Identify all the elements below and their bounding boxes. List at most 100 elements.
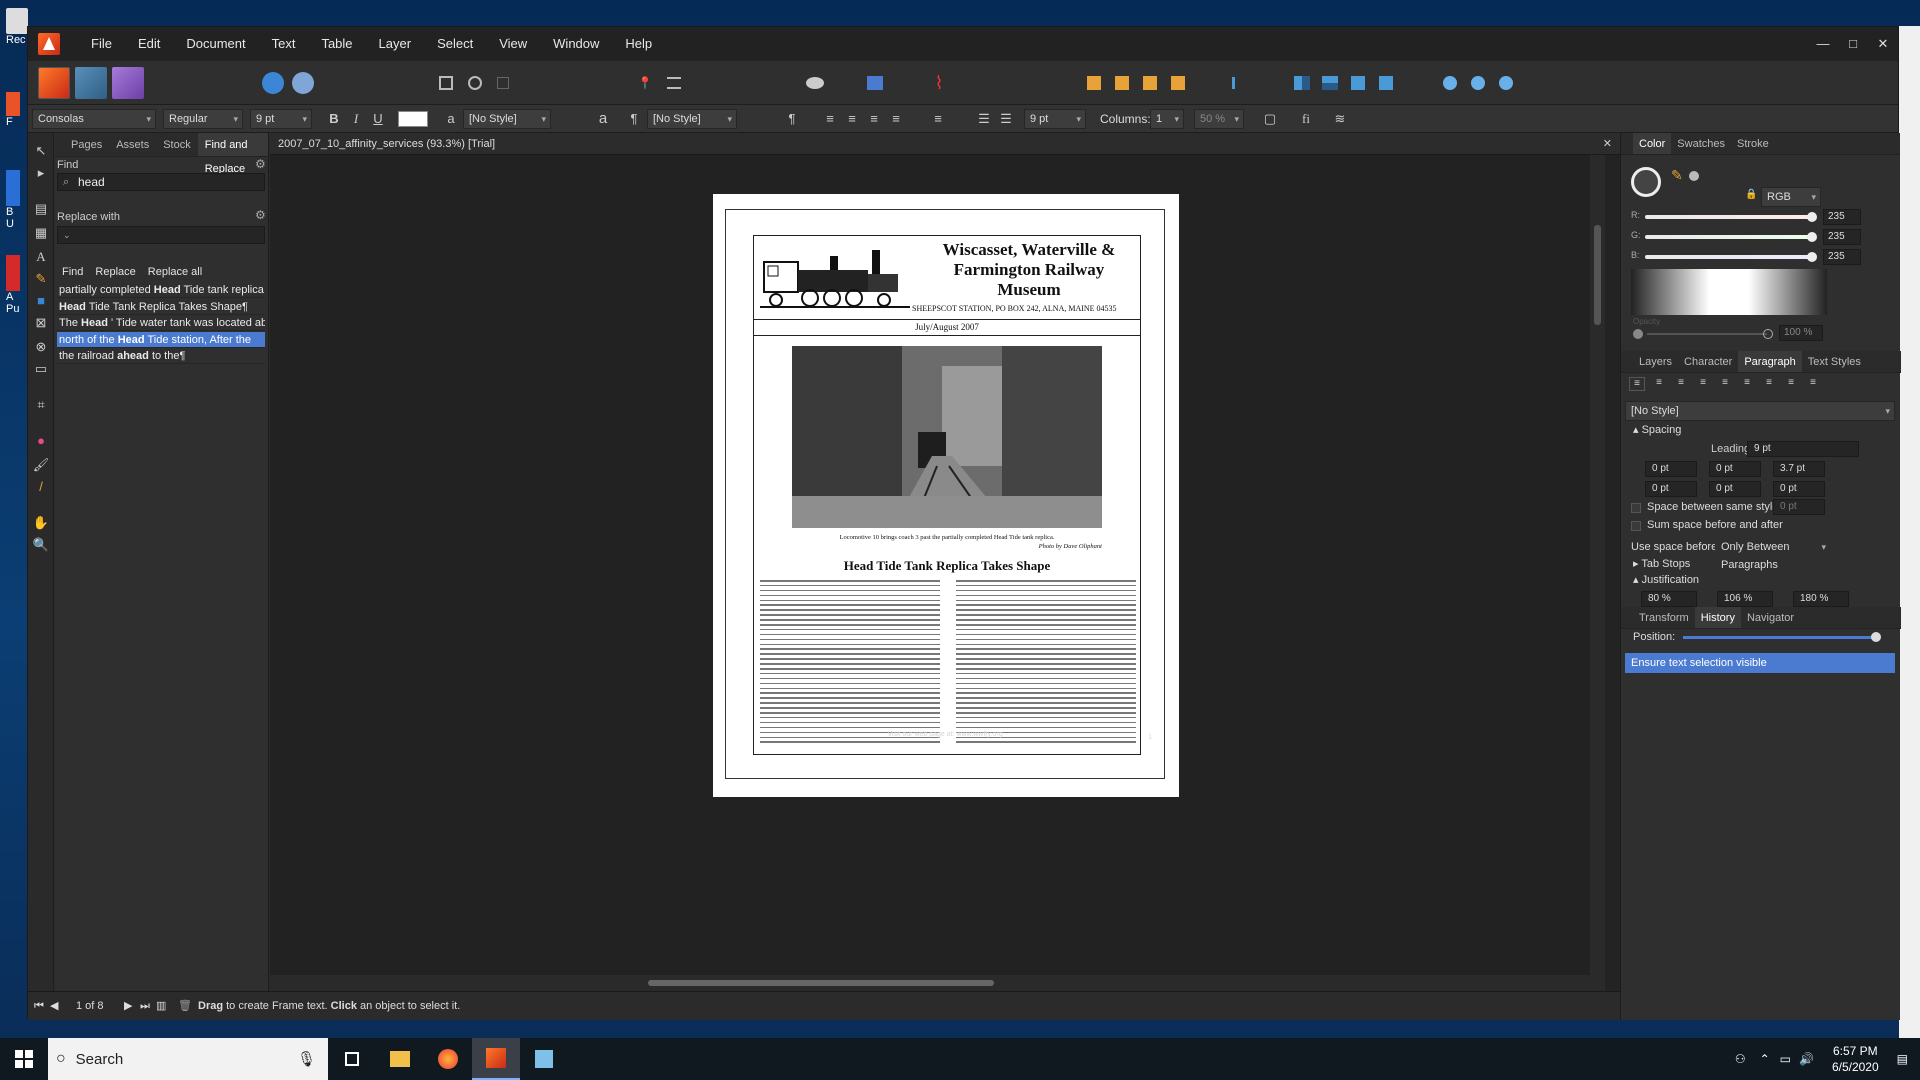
para-justify-all-icon[interactable]: ≡ bbox=[1761, 377, 1777, 391]
glyph-scaling-field[interactable]: 180 % bbox=[1793, 591, 1849, 607]
bleed-mode-icon[interactable] bbox=[461, 69, 489, 97]
numbering-icon[interactable]: ☰ bbox=[996, 109, 1016, 129]
search-result-item-selected[interactable]: north of the Head Tide station, After th… bbox=[57, 332, 265, 348]
menu-view[interactable]: View bbox=[486, 27, 540, 61]
para-align-left-icon[interactable]: ≡ bbox=[1629, 377, 1645, 391]
article-column-left[interactable] bbox=[760, 580, 940, 750]
pilcrow-icon[interactable]: ¶ bbox=[624, 109, 644, 129]
tab-assets[interactable]: Assets bbox=[109, 133, 156, 156]
transparency-tool-icon[interactable]: / bbox=[31, 477, 51, 497]
boolean-intersect-icon[interactable] bbox=[1492, 69, 1520, 97]
menu-file[interactable]: File bbox=[78, 27, 125, 61]
people-icon[interactable]: ⚇ bbox=[1735, 1052, 1746, 1066]
search-result-item[interactable]: Head Tide Tank Replica Takes Shape¶ bbox=[57, 299, 265, 315]
opacity-slider-knob[interactable] bbox=[1763, 329, 1773, 339]
character-style-dropdown[interactable]: [No Style] bbox=[463, 109, 551, 129]
find-input[interactable]: ⌕ head bbox=[57, 173, 265, 191]
ellipse-frame-tool-icon[interactable]: ⊗ bbox=[31, 337, 51, 357]
blue-slider-knob[interactable] bbox=[1807, 252, 1817, 262]
use-space-before-dropdown[interactable]: Only Between Paragraphs bbox=[1715, 537, 1831, 571]
flip-horizontal-icon[interactable] bbox=[1288, 69, 1316, 97]
green-slider-knob[interactable] bbox=[1807, 232, 1817, 242]
tab-text-styles[interactable]: Text Styles bbox=[1802, 351, 1867, 372]
notifications-icon[interactable]: ▤ bbox=[1897, 1052, 1908, 1066]
tab-paragraph[interactable]: Paragraph bbox=[1738, 351, 1802, 372]
find-button[interactable]: Find bbox=[57, 263, 88, 281]
table-tool-icon[interactable]: ▦ bbox=[31, 223, 51, 243]
para-align-away-spine-icon[interactable]: ≡ bbox=[1805, 377, 1821, 391]
taskbar-search-box[interactable]: ○ Search 🎙 bbox=[48, 1038, 328, 1080]
history-item-selected[interactable]: Ensure text selection visible bbox=[1625, 653, 1895, 673]
picture-frame-tool-icon[interactable]: ⊠ bbox=[31, 313, 51, 333]
pin-icon[interactable]: 📍 bbox=[631, 69, 659, 97]
photo-credit[interactable]: Photo by Dave Oliphant bbox=[1039, 543, 1102, 550]
file-explorer-icon[interactable] bbox=[376, 1038, 424, 1080]
eyedropper-icon[interactable]: ✎ bbox=[1671, 167, 1683, 184]
lock-icon[interactable]: 🔒 bbox=[1745, 189, 1757, 200]
flip-vertical-icon[interactable] bbox=[1316, 69, 1344, 97]
masthead-title[interactable]: Wiscasset, Waterville & Farmington Railw… bbox=[929, 240, 1129, 300]
align-left-icon[interactable]: ≡ bbox=[820, 109, 840, 129]
replace-button[interactable]: Replace bbox=[90, 263, 140, 281]
tab-navigator[interactable]: Navigator bbox=[1741, 607, 1800, 628]
artistic-text-tool-icon[interactable]: A bbox=[31, 247, 51, 267]
para-align-right-icon[interactable]: ≡ bbox=[1673, 377, 1689, 391]
gutter-field[interactable]: 50 % bbox=[1194, 109, 1244, 129]
replace-all-button[interactable]: Replace all bbox=[143, 263, 207, 281]
letter-spacing-field[interactable]: 106 % bbox=[1717, 591, 1773, 607]
tab-color[interactable]: Color bbox=[1633, 133, 1672, 154]
designer-persona-icon[interactable] bbox=[112, 67, 144, 99]
assistant-icon[interactable] bbox=[292, 72, 314, 94]
leading-dropdown[interactable]: 9 pt bbox=[1024, 109, 1086, 129]
green-value[interactable]: 235 bbox=[1823, 229, 1861, 245]
first-line-indent-field[interactable]: 3.7 pt bbox=[1773, 461, 1825, 477]
boolean-add-icon[interactable] bbox=[1436, 69, 1464, 97]
pen-tool-icon[interactable]: ✎ bbox=[31, 269, 51, 289]
spread-view-icon[interactable]: ▥ bbox=[156, 992, 166, 1021]
boolean-subtract-icon[interactable] bbox=[1464, 69, 1492, 97]
font-style-dropdown[interactable]: Regular bbox=[163, 109, 243, 129]
space-before-field[interactable]: 0 pt bbox=[1645, 481, 1697, 497]
tab-swatches[interactable]: Swatches bbox=[1671, 133, 1731, 154]
vertical-align-icon[interactable]: ≡ bbox=[928, 109, 948, 129]
notepad-taskbar-icon[interactable] bbox=[520, 1038, 568, 1080]
paragraph-style-select[interactable]: [No Style] bbox=[1625, 401, 1895, 421]
spell-check-icon[interactable]: ⌇ bbox=[925, 69, 953, 97]
preview-mode-icon[interactable] bbox=[432, 69, 460, 97]
para-justify-left-icon[interactable]: ≡ bbox=[1695, 377, 1711, 391]
photo-caption[interactable]: Locomotive 10 brings coach 3 past the pa… bbox=[754, 534, 1140, 541]
article-column-right[interactable] bbox=[956, 580, 1136, 750]
menu-help[interactable]: Help bbox=[612, 27, 665, 61]
railway-photo[interactable] bbox=[792, 346, 1102, 528]
menu-layer[interactable]: Layer bbox=[366, 27, 425, 61]
red-slider[interactable] bbox=[1645, 212, 1817, 222]
left-indent-field[interactable]: 0 pt bbox=[1645, 461, 1697, 477]
delete-page-icon[interactable]: 🗑 bbox=[178, 992, 192, 1021]
bullets-icon[interactable]: ☰ bbox=[974, 109, 994, 129]
underline-button[interactable]: U bbox=[368, 109, 388, 129]
tab-transform[interactable]: Transform bbox=[1633, 607, 1695, 628]
red-slider-knob[interactable] bbox=[1807, 212, 1817, 222]
tab-pages[interactable]: Pages bbox=[55, 133, 109, 156]
arrange-front-icon[interactable] bbox=[1164, 69, 1192, 97]
vertical-scrollbar[interactable] bbox=[1590, 155, 1605, 975]
show-hidden-icons-icon[interactable]: ⌃ bbox=[1760, 1052, 1770, 1066]
zoom-tool-icon[interactable]: 🔍 bbox=[31, 535, 51, 555]
node-tool-icon[interactable]: ▸ bbox=[31, 163, 51, 183]
page-indicator[interactable]: 1 of 8 bbox=[76, 992, 104, 1021]
horizontal-scroll-thumb[interactable] bbox=[648, 980, 994, 986]
history-position-slider[interactable] bbox=[1683, 636, 1873, 639]
frame-properties-icon[interactable]: ▢ bbox=[1260, 109, 1280, 129]
tab-history[interactable]: History bbox=[1694, 607, 1741, 628]
share-icon[interactable] bbox=[262, 72, 284, 94]
spacing-section-header[interactable]: ▴ Spacing bbox=[1633, 423, 1913, 436]
right-indent-field[interactable]: 0 pt bbox=[1709, 461, 1761, 477]
next-page-icon[interactable]: ▶ bbox=[124, 992, 132, 1021]
menu-table[interactable]: Table bbox=[308, 27, 365, 61]
text-frame-icon[interactable] bbox=[861, 69, 889, 97]
menu-document[interactable]: Document bbox=[173, 27, 258, 61]
show-pilcrow-icon[interactable]: ¶ bbox=[782, 109, 802, 129]
color-model-dropdown[interactable]: RGB bbox=[1761, 187, 1821, 207]
fill-stroke-selector-icon[interactable] bbox=[1631, 167, 1661, 197]
opacity-value[interactable]: 100 % bbox=[1779, 325, 1823, 341]
